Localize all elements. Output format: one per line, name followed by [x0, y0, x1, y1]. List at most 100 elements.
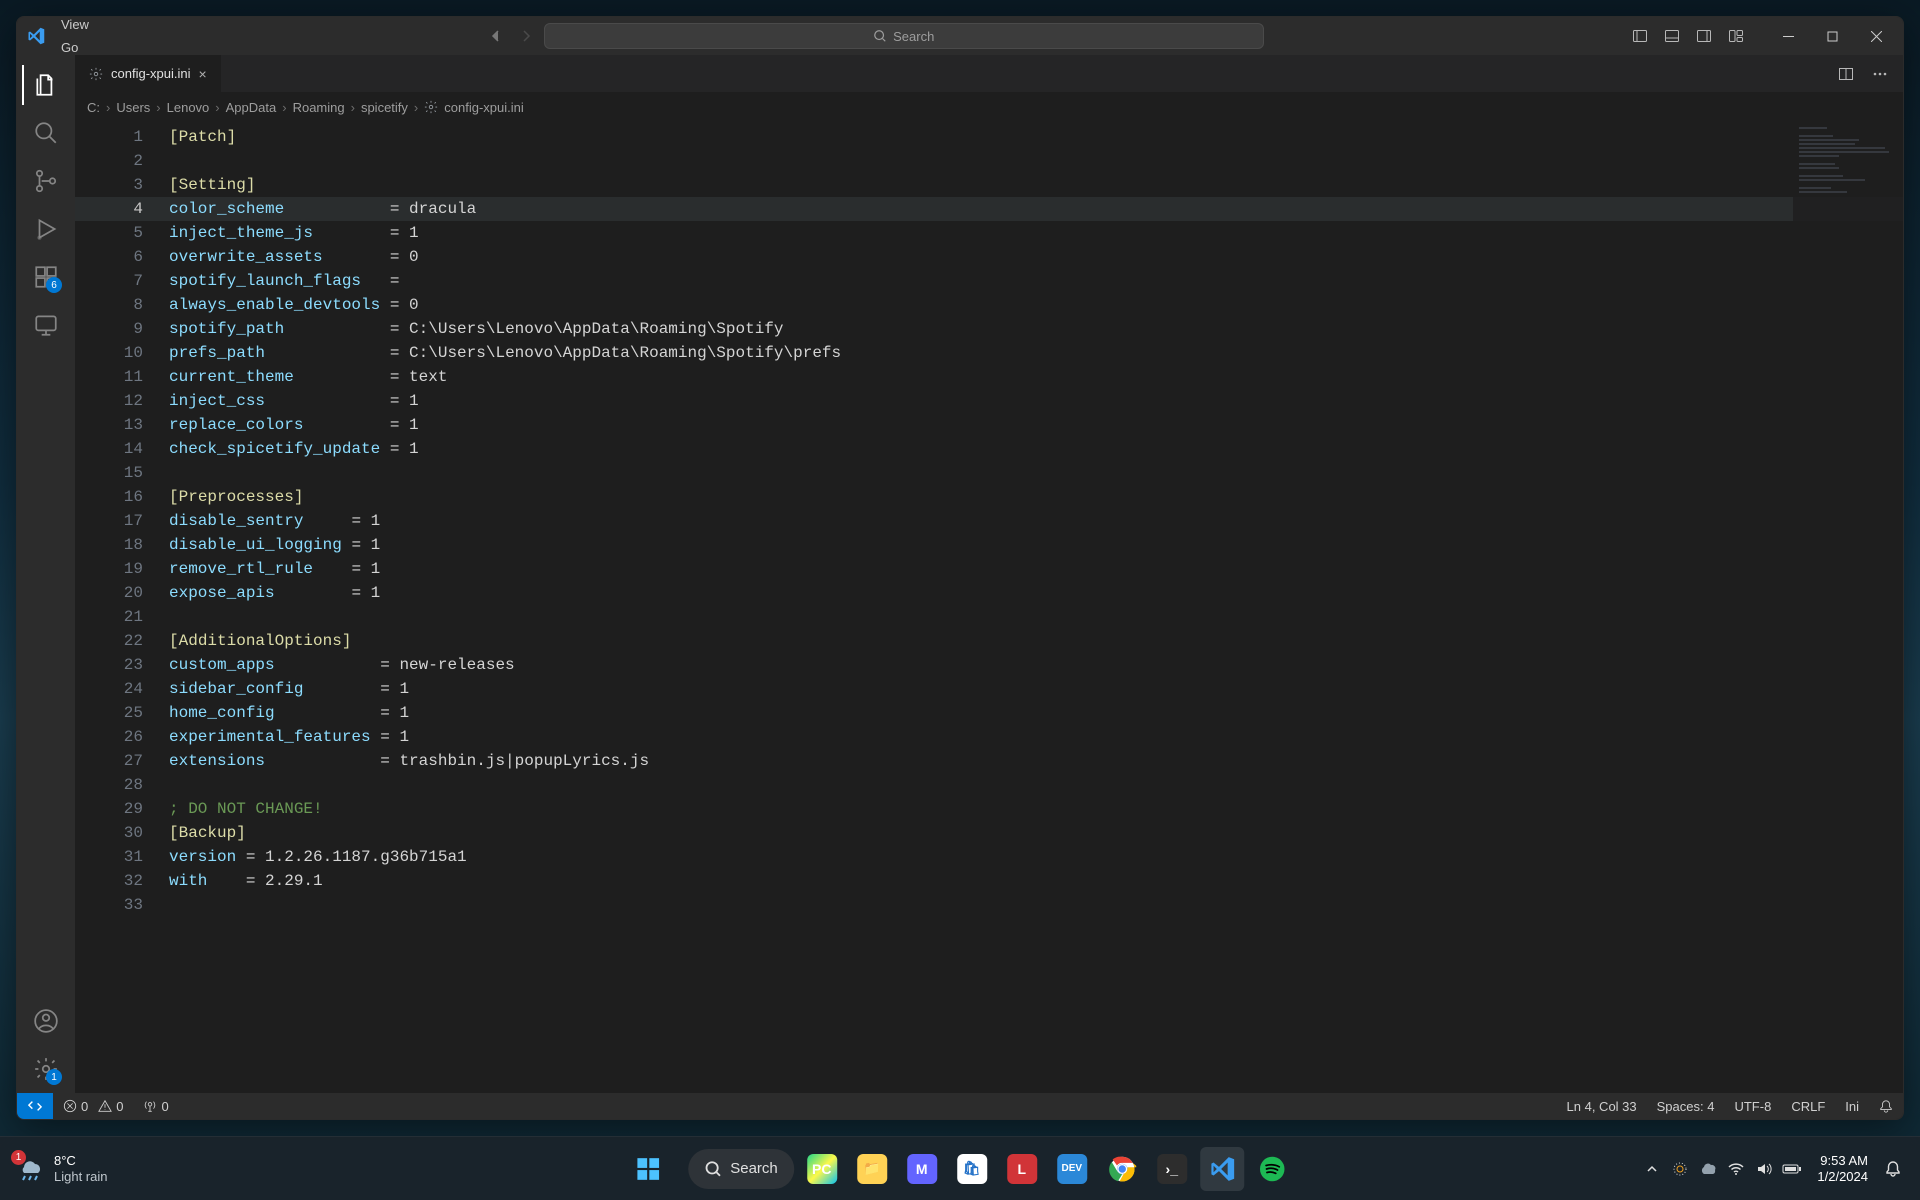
- split-editor-icon[interactable]: [1831, 59, 1861, 89]
- settings-icon: [89, 67, 103, 81]
- code-line[interactable]: 1[Patch]: [75, 125, 1903, 149]
- status-encoding[interactable]: UTF-8: [1724, 1093, 1781, 1119]
- status-notifications[interactable]: [1869, 1093, 1903, 1119]
- tray-battery-icon[interactable]: [1779, 1153, 1805, 1185]
- taskbar-search[interactable]: Search: [688, 1149, 794, 1189]
- code-line[interactable]: 31version = 1.2.26.1187.g36b715a1: [75, 845, 1903, 869]
- window-close-button[interactable]: [1855, 21, 1897, 51]
- chevron-right-icon: ›: [414, 100, 418, 115]
- taskbar-app-l[interactable]: L: [1000, 1147, 1044, 1191]
- customize-layout-icon[interactable]: [1721, 21, 1751, 51]
- breadcrumb-segment[interactable]: Lenovo: [167, 100, 210, 115]
- status-eol[interactable]: CRLF: [1781, 1093, 1835, 1119]
- code-line[interactable]: 26experimental_features = 1: [75, 725, 1903, 749]
- taskbar-app-mastodon[interactable]: M: [900, 1147, 944, 1191]
- code-line[interactable]: 28: [75, 773, 1903, 797]
- code-line[interactable]: 33: [75, 893, 1903, 917]
- code-line[interactable]: 4color_scheme = dracula: [75, 197, 1903, 221]
- editor-content[interactable]: 1[Patch]23[Setting]4color_scheme = dracu…: [75, 121, 1903, 1093]
- activity-remote-explorer[interactable]: [22, 301, 70, 349]
- tray-notifications-icon[interactable]: [1880, 1153, 1906, 1185]
- breadcrumb-segment[interactable]: Users: [116, 100, 150, 115]
- taskbar-app-explorer[interactable]: 📁: [850, 1147, 894, 1191]
- code-line[interactable]: 17disable_sentry = 1: [75, 509, 1903, 533]
- taskbar-app-chrome[interactable]: [1100, 1147, 1144, 1191]
- taskbar-clock[interactable]: 9:53 AM 1/2/2024: [1807, 1153, 1878, 1184]
- taskbar-weather[interactable]: 1 8°C Light rain: [14, 1153, 107, 1185]
- tray-location-icon[interactable]: [1667, 1153, 1693, 1185]
- window-maximize-button[interactable]: [1811, 21, 1853, 51]
- code-line[interactable]: 19remove_rtl_rule = 1: [75, 557, 1903, 581]
- vscode-window: FileEditSelectionViewGoRunTerminalHelp S…: [16, 16, 1904, 1120]
- code-line[interactable]: 16[Preprocesses]: [75, 485, 1903, 509]
- more-actions-icon[interactable]: [1865, 59, 1895, 89]
- taskbar-app-terminal[interactable]: ›_: [1150, 1147, 1194, 1191]
- code-line[interactable]: 21: [75, 605, 1903, 629]
- menu-view[interactable]: View: [53, 16, 122, 36]
- taskbar-app-vscode[interactable]: [1200, 1147, 1244, 1191]
- code-line[interactable]: 23custom_apps = new-releases: [75, 653, 1903, 677]
- status-language[interactable]: Ini: [1835, 1093, 1869, 1119]
- taskbar-app-store[interactable]: 🛍: [950, 1147, 994, 1191]
- start-button[interactable]: [626, 1147, 670, 1191]
- code-line[interactable]: 14check_spicetify_update = 1: [75, 437, 1903, 461]
- remote-indicator[interactable]: [17, 1093, 53, 1119]
- code-line[interactable]: 13replace_colors = 1: [75, 413, 1903, 437]
- code-line[interactable]: 3[Setting]: [75, 173, 1903, 197]
- code-line[interactable]: 12inject_css = 1: [75, 389, 1903, 413]
- layout-sidebar-right-icon[interactable]: [1689, 21, 1719, 51]
- nav-back-button[interactable]: [484, 24, 508, 48]
- status-ports[interactable]: 0: [133, 1093, 178, 1119]
- activity-accounts[interactable]: [22, 997, 70, 1045]
- code-line[interactable]: 10prefs_path = C:\Users\Lenovo\AppData\R…: [75, 341, 1903, 365]
- tray-onedrive-icon[interactable]: [1695, 1153, 1721, 1185]
- code-line[interactable]: 29; DO NOT CHANGE!: [75, 797, 1903, 821]
- breadcrumb-segment[interactable]: C:: [87, 100, 100, 115]
- tray-wifi-icon[interactable]: [1723, 1153, 1749, 1185]
- code-line[interactable]: 8always_enable_devtools = 0: [75, 293, 1903, 317]
- breadcrumb[interactable]: C:›Users›Lenovo›AppData›Roaming›spicetif…: [75, 93, 1903, 121]
- breadcrumb-segment[interactable]: AppData: [226, 100, 277, 115]
- nav-forward-button[interactable]: [514, 24, 538, 48]
- breadcrumb-segment[interactable]: Roaming: [293, 100, 345, 115]
- activity-settings[interactable]: 1: [22, 1045, 70, 1093]
- status-cursor[interactable]: Ln 4, Col 33: [1557, 1093, 1647, 1119]
- windows-taskbar: 1 8°C Light rain Search PC 📁 M 🛍 L DEV ›…: [0, 1136, 1920, 1200]
- layout-sidebar-left-icon[interactable]: [1625, 21, 1655, 51]
- window-minimize-button[interactable]: [1767, 21, 1809, 51]
- code-line[interactable]: 32with = 2.29.1: [75, 869, 1903, 893]
- code-line[interactable]: 5inject_theme_js = 1: [75, 221, 1903, 245]
- code-line[interactable]: 9spotify_path = C:\Users\Lenovo\AppData\…: [75, 317, 1903, 341]
- code-line[interactable]: 2: [75, 149, 1903, 173]
- code-line[interactable]: 18disable_ui_logging = 1: [75, 533, 1903, 557]
- tab-config-xpui[interactable]: config-xpui.ini ×: [75, 55, 222, 92]
- taskbar-app-spotify[interactable]: [1250, 1147, 1294, 1191]
- activity-run-debug[interactable]: [22, 205, 70, 253]
- status-problems[interactable]: 0 0: [53, 1093, 133, 1119]
- breadcrumb-segment[interactable]: config-xpui.ini: [444, 100, 524, 115]
- code-line[interactable]: 7spotify_launch_flags =: [75, 269, 1903, 293]
- code-line[interactable]: 11current_theme = text: [75, 365, 1903, 389]
- tray-volume-icon[interactable]: [1751, 1153, 1777, 1185]
- status-indent[interactable]: Spaces: 4: [1647, 1093, 1725, 1119]
- code-line[interactable]: 25home_config = 1: [75, 701, 1903, 725]
- command-center[interactable]: Search: [544, 23, 1264, 49]
- tab-close-icon[interactable]: ×: [199, 66, 207, 82]
- code-line[interactable]: 6overwrite_assets = 0: [75, 245, 1903, 269]
- code-line[interactable]: 15: [75, 461, 1903, 485]
- taskbar-app-dev[interactable]: DEV: [1050, 1147, 1094, 1191]
- activity-source-control[interactable]: [22, 157, 70, 205]
- activity-explorer[interactable]: [22, 61, 70, 109]
- code-line[interactable]: 20expose_apis = 1: [75, 581, 1903, 605]
- code-line[interactable]: 30[Backup]: [75, 821, 1903, 845]
- minimap[interactable]: [1793, 121, 1903, 1093]
- layout-panel-icon[interactable]: [1657, 21, 1687, 51]
- taskbar-app-pycharm[interactable]: PC: [800, 1147, 844, 1191]
- code-line[interactable]: 27extensions = trashbin.js|popupLyrics.j…: [75, 749, 1903, 773]
- activity-search[interactable]: [22, 109, 70, 157]
- code-line[interactable]: 22[AdditionalOptions]: [75, 629, 1903, 653]
- activity-extensions[interactable]: 6: [22, 253, 70, 301]
- code-line[interactable]: 24sidebar_config = 1: [75, 677, 1903, 701]
- tray-chevron-icon[interactable]: [1639, 1153, 1665, 1185]
- breadcrumb-segment[interactable]: spicetify: [361, 100, 408, 115]
